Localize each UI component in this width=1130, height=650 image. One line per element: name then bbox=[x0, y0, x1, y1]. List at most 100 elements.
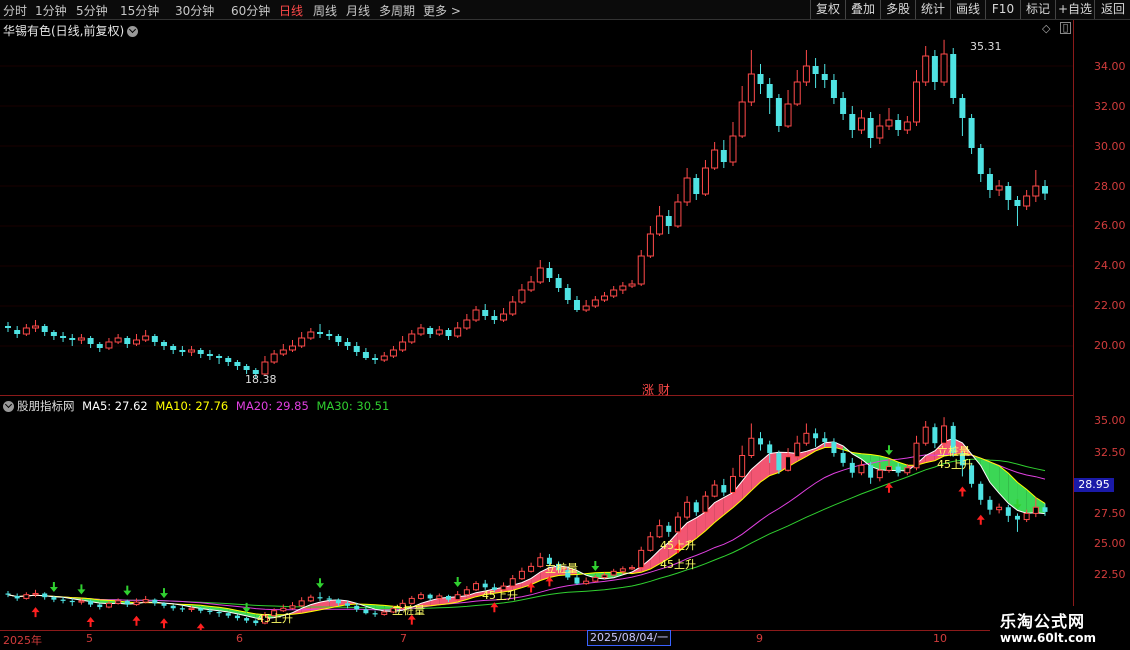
main-candle bbox=[32, 325, 40, 329]
ind-candle bbox=[831, 441, 837, 454]
main-candle bbox=[683, 177, 691, 203]
main-candle bbox=[179, 350, 186, 352]
main-candle bbox=[738, 101, 746, 137]
main-candle bbox=[132, 339, 140, 345]
tab-multi-period[interactable]: 多周期 bbox=[379, 2, 415, 19]
main-candle bbox=[610, 289, 618, 297]
add-watchlist-button[interactable]: +自选 bbox=[1055, 0, 1094, 19]
main-candle bbox=[940, 53, 948, 83]
main-candle bbox=[601, 295, 609, 301]
high-price-label: 35.31 bbox=[970, 40, 1002, 53]
date-tick: 6 bbox=[236, 632, 243, 645]
tab-daily[interactable]: 日线 bbox=[279, 2, 303, 19]
main-candle bbox=[270, 353, 278, 363]
main-candle bbox=[50, 332, 57, 336]
indicator-header: 股朋指标网 MA5: 27.62 MA10: 27.76 MA20: 29.85… bbox=[3, 398, 389, 414]
ind-candle bbox=[436, 595, 443, 599]
main-candle bbox=[1023, 195, 1031, 207]
mark-button[interactable]: 标记 bbox=[1020, 0, 1055, 19]
panel-toggle-icon[interactable]: ▯ bbox=[1060, 22, 1071, 34]
ind-candle bbox=[978, 483, 984, 500]
tab-5min[interactable]: 5分钟 bbox=[76, 2, 108, 19]
ind-candle bbox=[785, 456, 792, 471]
ind-candle bbox=[822, 438, 828, 442]
statistics-button[interactable]: 统计 bbox=[915, 0, 950, 19]
ind-candle bbox=[463, 589, 470, 596]
ind-candle bbox=[307, 596, 314, 602]
draw-line-button[interactable]: 画线 bbox=[950, 0, 985, 19]
ind-candle bbox=[1023, 512, 1030, 521]
main-candle bbox=[950, 54, 957, 98]
ind-candle bbox=[372, 613, 378, 615]
tab-30min[interactable]: 30分钟 bbox=[175, 2, 214, 19]
main-candle bbox=[5, 326, 11, 328]
ind-candle bbox=[354, 605, 360, 610]
main-title-block: 华锡有色(日线,前复权) bbox=[3, 22, 139, 39]
signal-label: 45上升 bbox=[660, 558, 696, 571]
tab-15min[interactable]: 15分钟 bbox=[120, 2, 159, 19]
ind-candle bbox=[32, 592, 39, 596]
indicator-dropdown-icon[interactable] bbox=[3, 401, 14, 412]
ind-candle bbox=[537, 557, 544, 567]
main-candle bbox=[372, 358, 379, 360]
title-dropdown-icon[interactable] bbox=[127, 26, 139, 37]
tab-1min[interactable]: 1分钟 bbox=[35, 2, 67, 19]
main-candle bbox=[87, 338, 94, 344]
ind-candle bbox=[758, 438, 764, 445]
main-candle bbox=[142, 335, 150, 341]
signal-label: 45上升 bbox=[482, 589, 518, 602]
watermark-title: 乐淘公式网 bbox=[1000, 612, 1086, 631]
ind-candle bbox=[518, 570, 525, 580]
signal-label: 立桩量 bbox=[545, 562, 578, 575]
overlay-button[interactable]: 叠加 bbox=[845, 0, 880, 19]
sell-arrow bbox=[316, 578, 325, 589]
main-candle bbox=[536, 267, 544, 283]
ind-candle bbox=[225, 613, 231, 616]
main-candle bbox=[986, 174, 993, 190]
main-candle bbox=[573, 300, 580, 310]
buy-arrow bbox=[196, 623, 205, 630]
event-marker[interactable]: 涨 财 bbox=[642, 381, 670, 398]
tab-timeshare[interactable]: 分时 bbox=[3, 2, 27, 19]
ind-candle bbox=[234, 615, 240, 619]
ind-candle bbox=[767, 444, 773, 454]
back-button[interactable]: 返回 bbox=[1094, 0, 1130, 19]
tab-60min[interactable]: 60分钟 bbox=[231, 2, 270, 19]
main-candle bbox=[766, 84, 773, 98]
ma30-value: MA30: 30.51 bbox=[316, 399, 390, 413]
indicator-name[interactable]: 股朋指标网 bbox=[17, 399, 75, 413]
main-candle bbox=[500, 313, 508, 321]
main-candle bbox=[77, 337, 85, 341]
main-candle bbox=[840, 98, 847, 114]
main-candle bbox=[96, 344, 103, 348]
ind-y-tick: 35.00 bbox=[1094, 414, 1126, 427]
y-tick: 24.00 bbox=[1094, 259, 1126, 272]
main-candle bbox=[243, 366, 250, 370]
main-candle bbox=[326, 334, 333, 336]
adjust-button[interactable]: 复权 bbox=[810, 0, 845, 19]
ind-y-tick: 27.50 bbox=[1094, 507, 1126, 520]
ind-candle bbox=[509, 578, 516, 587]
main-candle bbox=[619, 285, 627, 291]
ind-candle bbox=[684, 501, 691, 518]
main-candle bbox=[298, 337, 306, 347]
kline-chart[interactable] bbox=[0, 20, 1073, 630]
tab-more[interactable]: 更多 > bbox=[423, 2, 461, 19]
ind-candle bbox=[895, 466, 901, 473]
main-candle bbox=[380, 355, 388, 361]
main-candle bbox=[922, 55, 930, 83]
main-candle bbox=[747, 73, 755, 103]
main-candle bbox=[124, 338, 131, 344]
multi-stock-button[interactable]: 多股 bbox=[880, 0, 915, 19]
signal-label: 45上升 bbox=[937, 458, 973, 471]
main-candle bbox=[564, 288, 571, 300]
tab-monthly[interactable]: 月线 bbox=[346, 2, 370, 19]
main-candle bbox=[784, 103, 792, 127]
f10-button[interactable]: F10 bbox=[985, 0, 1020, 19]
diamond-icon[interactable]: ◇ bbox=[1042, 22, 1050, 35]
ind-candle bbox=[776, 453, 782, 471]
main-candle bbox=[161, 342, 168, 346]
tab-weekly[interactable]: 周线 bbox=[313, 2, 337, 19]
main-candle bbox=[491, 316, 498, 320]
ind-candle bbox=[115, 600, 122, 604]
